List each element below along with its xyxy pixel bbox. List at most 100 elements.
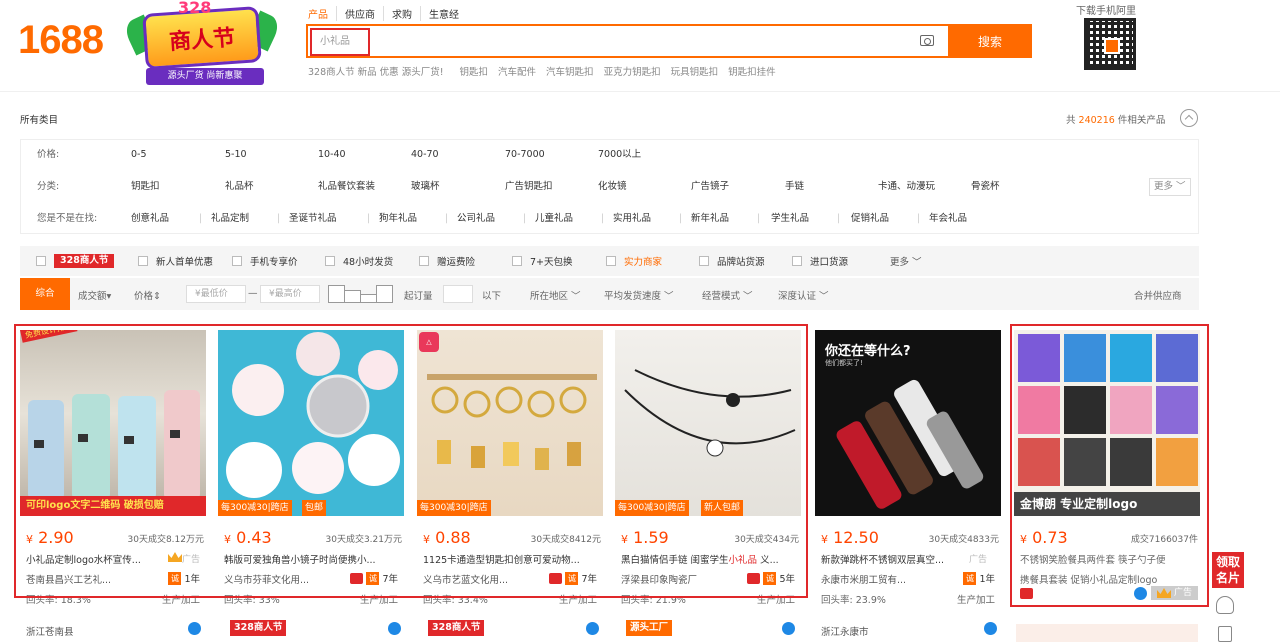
moq-input[interactable]	[443, 285, 473, 303]
checkbox[interactable]	[138, 256, 148, 266]
search-input[interactable]: 小礼品	[310, 28, 370, 56]
product-title[interactable]: 小礼品定制logo水杯宣传... 广告	[26, 552, 204, 566]
product-title[interactable]: 不锈钢笑脸餐具两件套 筷子勺子便	[1020, 552, 1198, 566]
filter-328[interactable]: 328商人节	[36, 254, 115, 268]
product-image[interactable]: 免费设计排版 可印logo文字二维码 破损包赔	[20, 330, 206, 516]
chat-icon[interactable]	[782, 622, 795, 635]
get-card-button[interactable]: 领取名片	[1212, 552, 1244, 588]
filter-7day-exchange[interactable]: 7+天包换	[512, 254, 573, 268]
more-categories-button[interactable]: 更多 ﹀	[1149, 178, 1191, 196]
checkbox[interactable]	[606, 256, 616, 266]
hot-promo[interactable]: 328商人节 新品 优惠 源头厂货!	[308, 64, 444, 78]
checkbox[interactable]	[419, 256, 429, 266]
chat-icon[interactable]	[1134, 586, 1147, 600]
depth-cert-dropdown[interactable]: 深度认证 ﹀	[778, 288, 829, 302]
sort-sales[interactable]: 成交额▾	[78, 288, 111, 302]
category-option[interactable]: 化妆镜	[598, 172, 627, 202]
product-title[interactable]: 1125卡通造型钥匙扣创意可爱动物...	[423, 552, 601, 566]
tab-business[interactable]: 生意经	[420, 6, 467, 21]
chat-icon[interactable]	[984, 622, 997, 635]
merge-suppliers[interactable]: 合并供应商	[1134, 288, 1182, 302]
price-range-chart-icon[interactable]	[328, 285, 393, 303]
filter-mobile-price[interactable]: 手机专享价	[232, 254, 298, 268]
hot-word[interactable]: 钥匙扣	[460, 64, 489, 78]
filter-shipping-insurance[interactable]: 赠运费险	[419, 254, 475, 268]
category-option[interactable]: 卡通、动漫玩	[878, 172, 935, 202]
company-name[interactable]: 义乌市芬菲文化用...	[224, 572, 309, 586]
category-option[interactable]: 广告镜子	[691, 172, 729, 202]
region-dropdown[interactable]: 所在地区 ﹀	[530, 288, 581, 302]
sort-default[interactable]: 综合	[20, 278, 70, 310]
more-filters-button[interactable]: 更多 ﹀	[890, 254, 922, 268]
chat-icon[interactable]	[188, 622, 201, 635]
hot-word[interactable]: 汽车配件	[498, 64, 536, 78]
filter-brand-source[interactable]: 品牌站货源	[699, 254, 765, 268]
clipboard-icon[interactable]	[1218, 626, 1232, 642]
all-categories[interactable]: 所有类目	[20, 112, 58, 126]
tab-products[interactable]: 产品	[308, 6, 336, 21]
checkbox[interactable]	[325, 256, 335, 266]
product-image[interactable]: △ 每300减30|跨店	[417, 330, 603, 516]
category-option[interactable]: 玻璃杯	[411, 172, 440, 202]
product-title-line2[interactable]: 携餐具套装 促销小礼品定制logo	[1020, 572, 1157, 586]
price-option[interactable]: 0-5	[131, 140, 147, 170]
product-image[interactable]: 每300减30|跨店 包邮	[218, 330, 404, 516]
company-name[interactable]: 浮梁县印象陶瓷厂	[621, 572, 697, 586]
product-title[interactable]: 新款弹跳杯不锈钢双层真空... 广告	[821, 552, 999, 566]
filter-strong-merchant[interactable]: 实力商家	[606, 254, 662, 268]
promo-banner[interactable]: 商人节 328 源头厂货 尚新惠聚	[121, 0, 283, 88]
chat-icon[interactable]	[586, 622, 599, 635]
max-price-input[interactable]: ¥最高价	[260, 285, 320, 303]
suggest-option[interactable]: 促销礼品	[851, 204, 889, 234]
price-option[interactable]: 40-70	[411, 140, 439, 170]
filter-import[interactable]: 进口货源	[792, 254, 848, 268]
camera-icon[interactable]	[920, 35, 934, 46]
category-option[interactable]: 广告钥匙扣	[505, 172, 553, 202]
category-option[interactable]: 骨瓷杯	[971, 172, 1000, 202]
suggest-option[interactable]: 学生礼品	[771, 204, 809, 234]
suggest-option[interactable]: 儿童礼品	[535, 204, 573, 234]
checkbox[interactable]	[792, 256, 802, 266]
headset-icon[interactable]	[1216, 596, 1234, 614]
checkbox[interactable]	[232, 256, 242, 266]
filter-new-user[interactable]: 新人首单优惠	[138, 254, 213, 268]
ship-speed-dropdown[interactable]: 平均发货速度 ﹀	[604, 288, 674, 302]
product-image[interactable]: 每300减30|跨店 新人包邮	[615, 330, 801, 516]
hot-word[interactable]: 亚克力钥匙扣	[604, 64, 661, 78]
company-name[interactable]: 苍南县昌兴工艺礼...	[26, 572, 111, 586]
tab-suppliers[interactable]: 供应商	[336, 6, 383, 21]
category-option[interactable]: 礼品餐饮套装	[318, 172, 375, 202]
hot-word[interactable]: 汽车钥匙扣	[546, 64, 594, 78]
category-option[interactable]: 手链	[785, 172, 804, 202]
company-name[interactable]: 义乌市艺蓝文化用...	[423, 572, 508, 586]
suggest-option[interactable]: 新年礼品	[691, 204, 729, 234]
suggest-option[interactable]: 公司礼品	[457, 204, 495, 234]
category-option[interactable]: 礼品杯	[225, 172, 254, 202]
suggest-option[interactable]: 创意礼品	[131, 204, 169, 234]
product-title[interactable]: 韩版可爱独角兽小镜子时尚便携小...	[224, 552, 402, 566]
site-logo[interactable]: 1688	[18, 18, 104, 63]
hot-word[interactable]: 玩具钥匙扣	[671, 64, 719, 78]
suggest-option[interactable]: 狗年礼品	[379, 204, 417, 234]
sort-price[interactable]: 价格⇕	[134, 288, 161, 302]
product-title[interactable]: 黑白猫情侣手链 闺蜜学生小礼品 义...	[621, 552, 799, 566]
suggest-option[interactable]: 年会礼品	[929, 204, 967, 234]
price-option[interactable]: 70-7000	[505, 140, 545, 170]
chat-icon[interactable]	[388, 622, 401, 635]
tab-buying[interactable]: 求购	[383, 6, 420, 21]
filter-48h[interactable]: 48小时发货	[325, 254, 393, 268]
suggest-option[interactable]: 圣诞节礼品	[289, 204, 337, 234]
product-image[interactable]: 你还在等什么? 他们都买了!	[815, 330, 1001, 516]
price-option[interactable]: 5-10	[225, 140, 247, 170]
company-name[interactable]: 永康市米朋工贸有...	[821, 572, 906, 586]
price-option[interactable]: 7000以上	[598, 140, 641, 170]
checkbox[interactable]	[36, 256, 46, 266]
suggest-option[interactable]: 实用礼品	[613, 204, 651, 234]
suggest-option[interactable]: 礼品定制	[211, 204, 249, 234]
category-option[interactable]: 钥匙扣	[131, 172, 160, 202]
checkbox[interactable]	[512, 256, 522, 266]
biz-mode-dropdown[interactable]: 经营模式 ﹀	[702, 288, 753, 302]
hot-word[interactable]: 钥匙扣挂件	[728, 64, 776, 78]
price-option[interactable]: 10-40	[318, 140, 346, 170]
checkbox[interactable]	[699, 256, 709, 266]
